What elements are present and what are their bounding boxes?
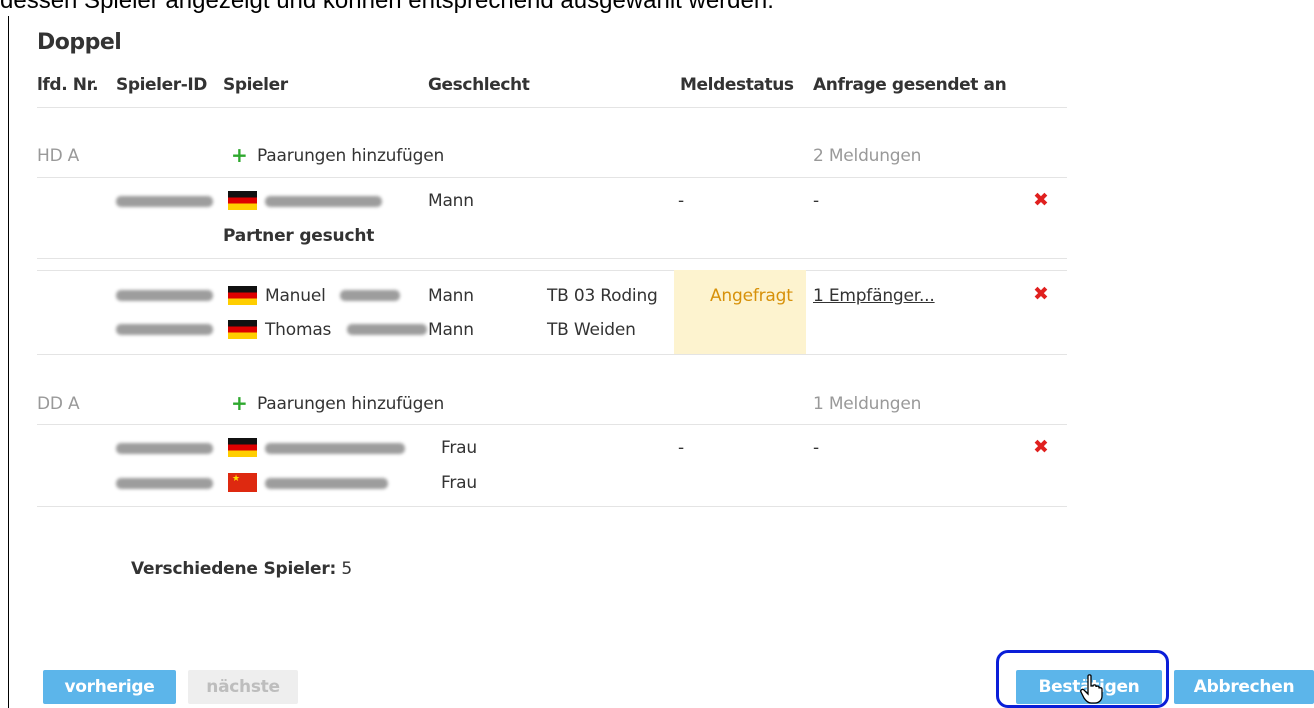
player-club: TB 03 Roding (547, 286, 658, 306)
previous-button[interactable]: vorherige (43, 670, 176, 704)
group-name-hd-a: HD A (37, 146, 80, 166)
add-pairing-link-hd-a[interactable]: Paarungen hinzufügen (257, 146, 444, 166)
player-club: TB Weiden (547, 320, 636, 340)
germany-flag-icon (228, 320, 257, 339)
player-gender: Frau (441, 473, 477, 493)
redacted-player-name (265, 196, 382, 207)
remove-x-icon[interactable]: ✖ (1033, 189, 1049, 211)
row-divider (37, 506, 1067, 507)
recipients-link[interactable]: 1 Empfänger... (813, 286, 935, 306)
entry-sent-to: - (813, 438, 819, 458)
entry-status: - (678, 438, 684, 458)
group-name-dd-a: DD A (37, 394, 80, 414)
player-gender: Mann (428, 191, 474, 211)
redacted-player-id (116, 196, 213, 207)
section-title: Doppel (37, 30, 122, 55)
summary-label: Verschiedene Spieler: (131, 559, 337, 579)
player-gender: Mann (428, 286, 474, 306)
cancel-button[interactable]: Abbrechen (1174, 670, 1314, 704)
add-pairing-link-dd-a[interactable]: Paarungen hinzufügen (257, 394, 444, 414)
intro-text: dessen Spieler angezeigt und können ents… (0, 0, 774, 14)
china-flag-icon: ★ (228, 473, 257, 492)
redacted-player-surname (347, 324, 427, 335)
distinct-players-summary: Verschiedene Spieler: 5 (131, 559, 352, 579)
player-first-name: Manuel (265, 286, 326, 306)
summary-value: 5 (341, 559, 352, 579)
col-header-spieler: Spieler (223, 75, 288, 95)
col-header-spieler-id: Spieler-ID (116, 75, 208, 95)
plus-icon[interactable]: + (231, 143, 248, 167)
status-highlight (674, 270, 806, 354)
col-header-geschlecht: Geschlecht (428, 75, 530, 95)
remove-x-icon[interactable]: ✖ (1033, 436, 1049, 458)
group-count-dd-a: 1 Meldungen (813, 394, 922, 414)
row-divider (37, 354, 1067, 355)
redacted-player-surname (340, 290, 400, 301)
germany-flag-icon (228, 191, 257, 210)
row-divider (37, 270, 1067, 271)
redacted-player-id (116, 478, 213, 489)
row-divider (37, 258, 1067, 259)
row-divider (37, 177, 1067, 178)
dialog-frame (8, 16, 1314, 708)
plus-icon[interactable]: + (231, 391, 248, 415)
redacted-player-id (116, 290, 213, 301)
player-gender: Frau (441, 438, 477, 458)
redacted-player-id (116, 324, 213, 335)
hand-cursor-icon (1080, 674, 1103, 704)
col-header-anfrage: Anfrage gesendet an (813, 75, 1007, 95)
remove-x-icon[interactable]: ✖ (1033, 283, 1049, 305)
redacted-player-id (116, 443, 213, 454)
partner-note: Partner gesucht (223, 226, 375, 246)
entry-sent-to: - (813, 191, 819, 211)
redacted-player-name (265, 443, 405, 454)
germany-flag-icon (228, 438, 257, 457)
header-divider (37, 107, 1067, 108)
germany-flag-icon (228, 286, 257, 305)
row-divider (37, 424, 1067, 425)
col-header-meldestatus: Meldestatus (680, 75, 794, 95)
player-gender: Mann (428, 320, 474, 340)
entry-status: - (678, 191, 684, 211)
entry-status-badge: Angefragt (710, 286, 793, 306)
redacted-player-name (265, 478, 388, 489)
group-count-hd-a: 2 Meldungen (813, 146, 922, 166)
next-button[interactable]: nächste (188, 670, 298, 704)
player-first-name: Thomas (265, 320, 332, 340)
col-header-lfd-nr: lfd. Nr. (37, 75, 99, 95)
